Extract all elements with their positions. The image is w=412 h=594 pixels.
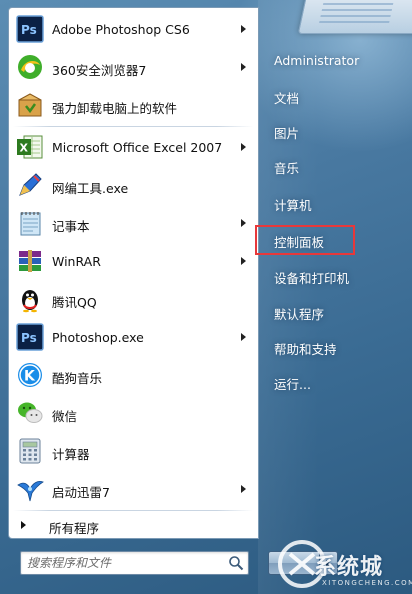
program-item-winrar[interactable]: WinRAR xyxy=(9,243,258,279)
right-item-label: 帮助和支持 xyxy=(274,342,337,357)
right-item-label: 默认程序 xyxy=(274,307,325,322)
right-item-label: 音乐 xyxy=(274,161,300,176)
program-label: WinRAR xyxy=(52,254,101,269)
submenu-arrow-icon[interactable] xyxy=(241,219,246,227)
all-programs-label: 所有程序 xyxy=(49,521,100,536)
search-box[interactable] xyxy=(20,551,249,575)
right-item-label: 计算机 xyxy=(274,198,312,213)
program-item-360-browser[interactable]: 360安全浏览器7 xyxy=(9,49,258,85)
right-item-label: 运行... xyxy=(274,377,311,392)
right-item-devices-printers[interactable]: 设备和打印机 xyxy=(266,262,366,290)
submenu-arrow-icon[interactable] xyxy=(241,257,246,265)
program-label: 计算器 xyxy=(52,447,90,462)
program-label: 网编工具.exe xyxy=(52,181,129,196)
program-item-photoshop-exe[interactable]: Ps Photoshop.exe xyxy=(9,319,258,355)
right-item-administrator[interactable]: Administrator xyxy=(266,47,366,75)
kugou-icon: K xyxy=(15,360,45,390)
separator xyxy=(13,126,253,127)
right-item-default-programs[interactable]: 默认程序 xyxy=(266,298,366,326)
search-area xyxy=(8,539,259,587)
program-item-photoshop-cs6[interactable]: Ps Adobe Photoshop CS6 xyxy=(9,11,258,47)
program-item-tencent-qq[interactable]: 腾讯QQ xyxy=(9,281,258,317)
submenu-arrow-icon[interactable] xyxy=(241,485,246,493)
search-icon[interactable] xyxy=(228,555,244,571)
program-item-uninstaller[interactable]: 强力卸载电脑上的软件 xyxy=(9,87,258,123)
svg-text:X: X xyxy=(20,142,29,155)
photoshop-icon: Ps xyxy=(15,14,45,44)
program-label: Adobe Photoshop CS6 xyxy=(52,22,190,37)
360-browser-icon xyxy=(15,52,45,82)
pen-tool-icon xyxy=(15,170,45,200)
submenu-arrow-icon[interactable] xyxy=(241,25,246,33)
program-item-calculator[interactable]: 计算器 xyxy=(9,433,258,469)
calculator-icon xyxy=(15,436,45,466)
watermark-text: 系统城 xyxy=(314,555,384,580)
photoshop-icon: Ps xyxy=(15,322,45,352)
program-label: 腾讯QQ xyxy=(52,295,97,310)
svg-text:Ps: Ps xyxy=(21,331,37,345)
play-arrow-icon xyxy=(21,521,26,529)
program-item-web-editor-tool[interactable]: 网编工具.exe xyxy=(9,167,258,203)
right-item-label: 文档 xyxy=(274,91,300,106)
program-item-notepad[interactable]: 记事本 xyxy=(9,205,258,241)
excel-icon: X xyxy=(15,132,45,162)
right-item-label: 设备和打印机 xyxy=(274,271,350,286)
wechat-icon xyxy=(15,398,45,428)
all-programs-button[interactable]: 所有程序 xyxy=(9,510,258,540)
right-item-music[interactable]: 音乐 xyxy=(266,152,366,180)
uninstaller-icon xyxy=(15,90,45,120)
thunder-bird-icon xyxy=(15,474,45,504)
program-label: 微信 xyxy=(52,409,78,424)
program-label: 360安全浏览器7 xyxy=(52,63,147,78)
qq-penguin-icon xyxy=(15,284,45,314)
right-item-label: 图片 xyxy=(274,126,300,141)
program-item-thunder7[interactable]: 启动迅雷7 xyxy=(9,471,258,507)
right-item-help-support[interactable]: 帮助和支持 xyxy=(266,333,366,361)
svg-text:K: K xyxy=(24,369,36,385)
program-label: Photoshop.exe xyxy=(52,330,144,345)
program-item-excel-2007[interactable]: X Microsoft Office Excel 2007 xyxy=(9,129,258,165)
program-label: 酷狗音乐 xyxy=(52,371,103,386)
right-item-documents[interactable]: 文档 xyxy=(266,82,366,110)
program-label: Microsoft Office Excel 2007 xyxy=(52,140,223,155)
program-item-wechat[interactable]: 微信 xyxy=(9,395,258,431)
search-input[interactable] xyxy=(21,552,221,574)
right-item-pictures[interactable]: 图片 xyxy=(266,117,366,145)
window-preview-thumbnail xyxy=(297,0,412,34)
control-panel-highlight-box xyxy=(255,225,355,255)
submenu-arrow-icon[interactable] xyxy=(241,63,246,71)
right-item-run[interactable]: 运行... xyxy=(266,368,366,396)
program-label: 启动迅雷7 xyxy=(52,485,110,500)
program-label: 强力卸载电脑上的软件 xyxy=(52,101,178,116)
submenu-arrow-icon[interactable] xyxy=(241,143,246,151)
program-label: 记事本 xyxy=(52,219,90,234)
submenu-arrow-icon[interactable] xyxy=(241,333,246,341)
program-item-kugou-music[interactable]: K 酷狗音乐 xyxy=(9,357,258,393)
watermark-subtext: XITONGCHENG.COM xyxy=(322,579,412,587)
right-item-label: Administrator xyxy=(274,53,360,68)
svg-text:Ps: Ps xyxy=(21,23,37,37)
notepad-icon xyxy=(15,208,45,238)
winrar-icon xyxy=(15,246,45,276)
right-item-computer[interactable]: 计算机 xyxy=(266,189,366,217)
programs-panel: Ps Adobe Photoshop CS6 360安全浏览器7 强力卸载电脑上… xyxy=(8,7,259,539)
